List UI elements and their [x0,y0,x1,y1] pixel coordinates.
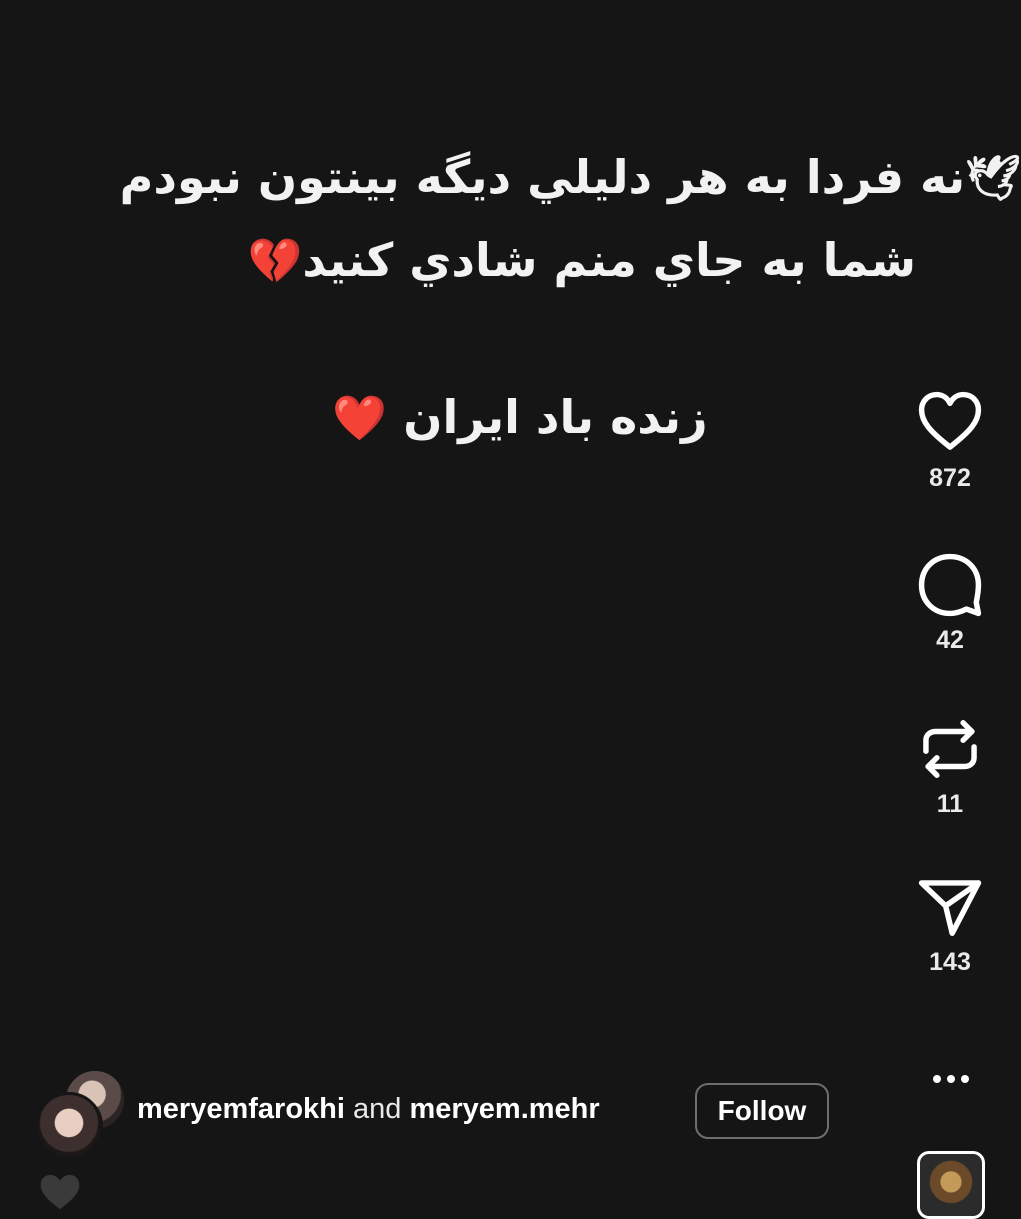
author-joiner: and [353,1093,402,1125]
comment-button[interactable]: 42 [895,550,1005,655]
share-count: 143 [929,948,971,976]
red-heart-emoji: ❤️ [332,393,388,444]
black-heart-icon [40,1174,80,1210]
more-icon-dot [933,1075,941,1083]
share-button[interactable]: 143 [895,872,1005,977]
comment-icon [918,553,982,617]
like-count: 872 [929,464,971,492]
caption-line-1-text: نه فردا به هر دليلي ديگه بينتون نبودم [119,150,966,204]
broken-heart-emoji: 💔 [247,236,303,287]
repost-icon [923,720,977,778]
caption-line-2-text: شما به جاي منم شادي كنيد [302,233,916,287]
like-button[interactable]: 872 [895,388,1005,493]
repost-count: 11 [936,790,964,818]
caption-line-2: شما به جاي منم شادي كنيد💔 [248,233,916,287]
more-options-button[interactable] [930,1068,974,1092]
caption-line-3-text: زنده باد ايران [403,390,708,444]
follow-button[interactable]: Follow [695,1083,829,1139]
username-primary[interactable]: meryemfarokhi [137,1093,345,1125]
audio-thumbnail[interactable] [917,1151,985,1219]
caption-line-1: 🕊نه فردا به هر دليلي ديگه بينتون نبودم [0,150,1021,204]
more-icon-dot [961,1075,969,1083]
repost-button[interactable]: 11 [895,714,1005,819]
comment-count: 42 [936,626,964,654]
share-icon [918,880,982,936]
heart-icon [918,391,982,450]
author-names: meryemfarokhi and meryem.mehr [137,1093,600,1126]
avatar-primary [35,1092,103,1160]
more-icon-dot [947,1075,955,1083]
username-secondary[interactable]: meryem.mehr [409,1093,599,1125]
author-avatars[interactable] [35,1068,130,1160]
dove-emoji: 🕊 [965,153,1021,204]
caption-line-3: زنده باد ايران ❤️ [0,390,1021,444]
